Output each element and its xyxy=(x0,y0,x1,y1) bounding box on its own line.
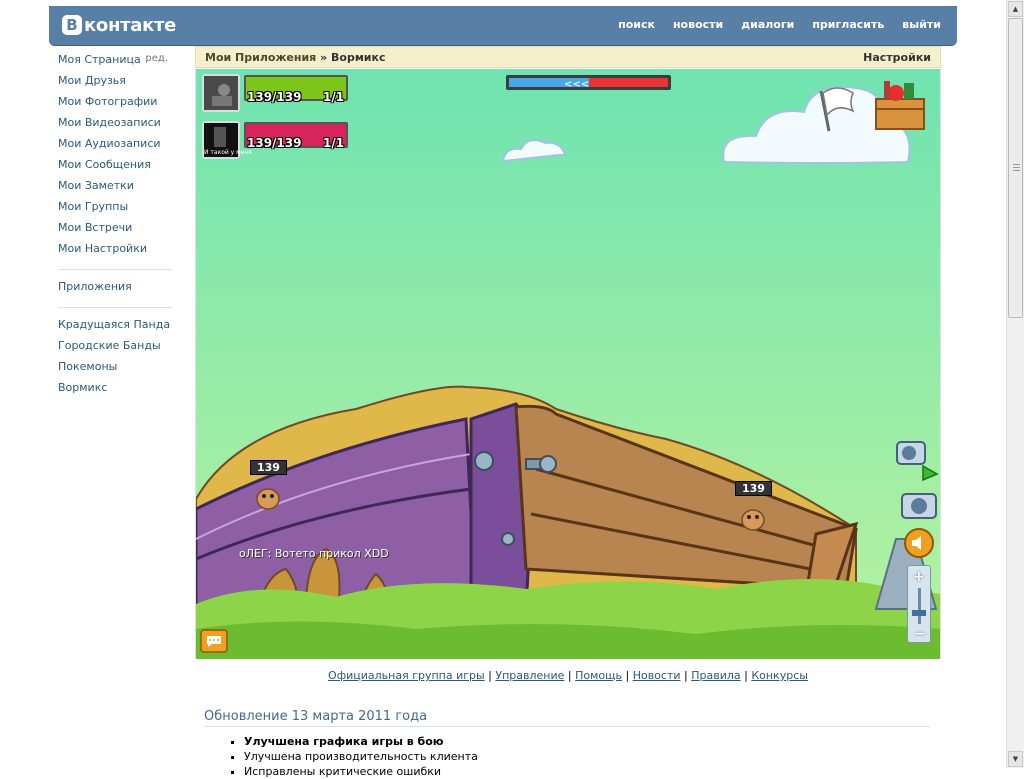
link-rules[interactable]: Правила xyxy=(691,669,740,682)
player2-count: 1/1 xyxy=(323,136,345,150)
top-header: B контакте поиск новости диалоги приглас… xyxy=(49,6,957,45)
logo-letter: B xyxy=(62,15,82,35)
breadcrumb-path: Мои Приложения » Вормикс xyxy=(205,51,386,64)
svg-text:<<<: <<< xyxy=(564,79,589,90)
nav-invite[interactable]: пригласить xyxy=(812,18,884,31)
player1-avatar[interactable] xyxy=(202,74,240,112)
photo-camera-icon[interactable] xyxy=(899,487,939,523)
scroll-down-icon[interactable]: ▼ xyxy=(1008,751,1023,767)
top-nav: поиск новости диалоги пригласить выйти xyxy=(600,18,941,31)
menu-my-messages[interactable]: Мои Сообщения xyxy=(58,158,178,179)
logo-text: контакте xyxy=(84,14,177,36)
link-contests[interactable]: Конкурсы xyxy=(751,669,808,682)
menu-edit-link[interactable]: ред. xyxy=(145,53,168,64)
update-notes: Обновление 13 марта 2011 года Улучшена г… xyxy=(204,709,930,779)
list-item: Улучшена графика игры в бою xyxy=(244,734,930,749)
worm-right-hp-label: 139 xyxy=(735,481,772,496)
game-links: Официальная группа игры | Управление | П… xyxy=(328,669,808,682)
list-item: Улучшена производительность клиента xyxy=(244,749,930,764)
menu-app-panda[interactable]: Крадущаяся Панда xyxy=(58,318,178,339)
zoom-in-icon[interactable]: + xyxy=(913,569,925,585)
player1-hp: 139/139 xyxy=(247,90,302,104)
game-scene: <<< xyxy=(196,69,940,659)
menu-app-wormix[interactable]: Вормикс xyxy=(58,381,178,402)
worm-left-hp-label: 139 xyxy=(250,460,287,475)
link-official-group[interactable]: Официальная группа игры xyxy=(328,669,485,682)
video-camera-icon[interactable] xyxy=(893,434,939,482)
menu-my-notes[interactable]: Мои Заметки xyxy=(58,179,178,200)
page-scrollbar[interactable]: ▲ ▼ xyxy=(1006,0,1024,768)
chat-text: Вотето прикол XDD xyxy=(271,547,389,560)
menu-divider xyxy=(58,269,172,270)
worm-right[interactable] xyxy=(741,509,765,531)
nav-dialogs[interactable]: диалоги xyxy=(741,18,794,31)
menu-my-photos[interactable]: Мои Фотографии xyxy=(58,95,178,116)
menu-my-events[interactable]: Мои Встречи xyxy=(58,221,178,242)
link-news[interactable]: Новости xyxy=(633,669,681,682)
scroll-up-icon[interactable]: ▲ xyxy=(1008,1,1023,17)
menu-my-videos[interactable]: Мои Видеозаписи xyxy=(58,116,178,137)
scroll-thumb[interactable] xyxy=(1008,18,1023,318)
menu-app-gangs[interactable]: Городские Банды xyxy=(58,339,178,360)
app-breadcrumb: Мои Приложения » Вормикс Настройки xyxy=(195,46,941,68)
breadcrumb-my-apps[interactable]: Мои Приложения xyxy=(205,51,316,64)
turn-timer-bar: <<< xyxy=(506,75,671,90)
worm-left[interactable] xyxy=(256,488,280,510)
menu-my-groups[interactable]: Мои Группы xyxy=(58,200,178,221)
zoom-out-icon[interactable]: − xyxy=(914,626,926,642)
sound-icon[interactable] xyxy=(903,527,935,559)
left-menu: Моя Страница ред. Мои Друзья Мои Фотогра… xyxy=(58,53,178,402)
player1-count: 1/1 xyxy=(323,90,345,104)
link-controls[interactable]: Управление xyxy=(495,669,564,682)
update-list: Улучшена графика игры в бою Улучшена про… xyxy=(204,734,930,779)
link-help[interactable]: Помощь xyxy=(575,669,622,682)
menu-applications[interactable]: Приложения xyxy=(58,280,178,301)
menu-app-pokemon[interactable]: Покемоны xyxy=(58,360,178,381)
nav-search[interactable]: поиск xyxy=(618,18,655,31)
chat-message: оЛЕГ: Вотето прикол XDD xyxy=(239,547,389,560)
zoom-track xyxy=(918,588,921,624)
menu-divider xyxy=(58,307,172,308)
player1-avatar-image xyxy=(204,76,238,110)
menu-my-settings[interactable]: Мои Настройки xyxy=(58,242,178,263)
list-item: Исправлены критические ошибки xyxy=(244,764,930,779)
player2-hp: 139/139 xyxy=(247,136,302,150)
vk-logo[interactable]: B контакте xyxy=(62,13,176,37)
zoom-handle[interactable] xyxy=(912,610,926,616)
player2-avatar-caption: И такой у меня xyxy=(204,149,252,156)
update-title: Обновление 13 марта 2011 года xyxy=(204,709,930,727)
breadcrumb-current: Вормикс xyxy=(331,51,386,64)
zoom-slider[interactable]: + − xyxy=(907,565,931,643)
game-canvas[interactable]: <<< 139/139 1/1 И такой у меня 139/139 1… xyxy=(195,69,941,659)
menu-my-friends[interactable]: Мои Друзья xyxy=(58,74,178,95)
nav-news[interactable]: новости xyxy=(673,18,723,31)
breadcrumb-separator: » xyxy=(316,51,331,64)
menu-my-audio[interactable]: Мои Аудиозаписи xyxy=(58,137,178,158)
chat-author: оЛЕГ: xyxy=(239,547,272,560)
nav-logout[interactable]: выйти xyxy=(902,18,941,31)
app-settings-link[interactable]: Настройки xyxy=(863,51,931,64)
chat-icon[interactable] xyxy=(200,629,228,653)
